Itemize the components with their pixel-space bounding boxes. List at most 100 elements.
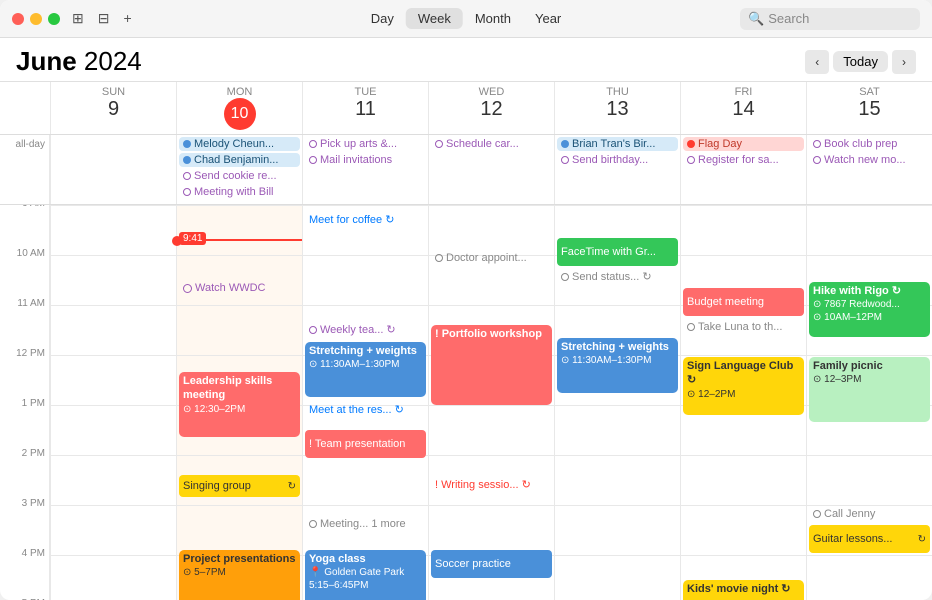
circle-icon (687, 323, 695, 331)
allday-sun (50, 135, 176, 204)
event-project-presentations[interactable]: Project presentations ⊙ 5–7PM (179, 550, 300, 600)
fullscreen-button[interactable] (48, 13, 60, 25)
event-send-status[interactable]: Send status... ↻ (557, 267, 678, 287)
tab-week[interactable]: Week (406, 8, 463, 29)
circle-icon (309, 140, 317, 148)
day-col-tue[interactable]: Meet for coffee ↻ Weekly tea... ↻ Stretc… (302, 205, 428, 600)
allday-event[interactable]: Book club prep (809, 137, 930, 151)
day-header-sat: Sat 15 (806, 82, 932, 134)
event-budget[interactable]: Budget meeting (683, 288, 804, 316)
event-yoga[interactable]: Yoga class 📍 Golden Gate Park 5:15–6:45P… (305, 550, 426, 600)
search-label: Search (768, 11, 809, 26)
day-col-mon[interactable]: 9:41 Watch WWDC Leadership skills meetin… (176, 205, 302, 600)
event-hike[interactable]: Hike with Rigo ↻ ⊙ 7867 Redwood... ⊙ 10A… (809, 282, 930, 337)
event-meet-res[interactable]: Meet at the res... ↻ (305, 400, 426, 420)
allday-sat: Book club prep Watch new mo... (806, 135, 932, 204)
day-col-wed[interactable]: Doctor appoint... ! Portfolio workshop !… (428, 205, 554, 600)
allday-event[interactable]: Pick up arts &... (305, 137, 426, 151)
tab-month[interactable]: Month (463, 8, 523, 29)
corner-cell (0, 82, 50, 134)
allday-event[interactable]: Mail invitations (305, 153, 426, 167)
tab-day[interactable]: Day (359, 8, 406, 29)
event-leadership[interactable]: Leadership skills meeting ⊙ 12:30–2PM (179, 372, 300, 437)
prev-button[interactable]: ‹ (805, 50, 829, 74)
inbox-icon[interactable]: ⊟ (98, 10, 110, 27)
event-stretching-thu[interactable]: Stretching + weights ⊙ 11:30AM–1:30PM (557, 338, 678, 393)
day-header-thu: Thu 13 (554, 82, 680, 134)
allday-wed: Schedule car... (428, 135, 554, 204)
circle-icon (309, 156, 317, 164)
circle-icon (309, 326, 317, 334)
event-weekly-tea[interactable]: Weekly tea... ↻ (305, 320, 426, 340)
event-meet-coffee[interactable]: Meet for coffee ↻ (305, 210, 426, 230)
allday-event[interactable]: Melody Cheun... (179, 137, 300, 151)
event-call-jenny[interactable]: Call Jenny (809, 504, 930, 524)
allday-event[interactable]: Meeting with Bill (179, 185, 300, 199)
day-col-sat[interactable]: Hike with Rigo ↻ ⊙ 7867 Redwood... ⊙ 10A… (806, 205, 932, 600)
event-meeting-more[interactable]: Meeting... 1 more (305, 515, 426, 533)
event-watch-wwdc[interactable]: Watch WWDC (179, 277, 300, 299)
time-grid: 9 AM 10 AM 11 AM 12 PM 1 PM 2 PM 3 PM 4 … (0, 205, 932, 600)
event-soccer[interactable]: Soccer practice (431, 550, 552, 578)
allday-event[interactable]: Flag Day (683, 137, 804, 151)
allday-event[interactable]: Send cookie re... (179, 169, 300, 183)
circle-icon (561, 273, 569, 281)
allday-event[interactable]: Chad Benjamin... (179, 153, 300, 167)
circle-icon (183, 284, 192, 293)
day-col-sun[interactable] (50, 205, 176, 600)
event-guitar[interactable]: Guitar lessons... ↻ (809, 525, 930, 553)
allday-thu: Brian Tran's Bir... Send birthday... (554, 135, 680, 204)
allday-tue: Pick up arts &... Mail invitations (302, 135, 428, 204)
event-portfolio[interactable]: ! Portfolio workshop (431, 325, 552, 405)
event-writing[interactable]: ! Writing sessio... ↻ (431, 475, 552, 495)
event-stretching-tue[interactable]: Stretching + weights ⊙ 11:30AM–1:30PM (305, 342, 426, 397)
event-facetime[interactable]: FaceTime with Gr... (557, 238, 678, 266)
nav-buttons: ‹ Today › (805, 50, 916, 74)
event-sign-language[interactable]: Sign Language Club ↻ ⊙ 12–2PM (683, 357, 804, 415)
event-singing[interactable]: Singing group ↻ (179, 475, 300, 497)
circle-icon (561, 156, 569, 164)
event-team-presentation[interactable]: ! Team presentation (305, 430, 426, 458)
circle-icon (183, 172, 191, 180)
allday-event[interactable]: Schedule car... (431, 137, 552, 151)
event-kids-movie[interactable]: Kids' movie night ↻ (683, 580, 804, 600)
today-button[interactable]: Today (833, 51, 888, 72)
event-luna[interactable]: Take Luna to th... (683, 317, 804, 337)
circle-icon (813, 140, 821, 148)
allday-row: all-day Melody Cheun... Chad Benjamin... (0, 135, 932, 205)
circle-icon (687, 156, 695, 164)
nav-tabs: Day Week Month Year (359, 8, 574, 29)
sidebar-icon[interactable]: ⊞ (72, 10, 84, 27)
traffic-lights (12, 13, 60, 25)
tab-year[interactable]: Year (523, 8, 573, 29)
allday-event[interactable]: Brian Tran's Bir... (557, 137, 678, 151)
add-icon[interactable]: + (123, 10, 131, 27)
day-header-fri: Fri 14 (680, 82, 806, 134)
dot-icon (561, 140, 569, 148)
search-icon: 🔍 (748, 11, 764, 27)
circle-icon (813, 510, 821, 518)
circle-icon (435, 140, 443, 148)
day-header-mon: Mon 10 (176, 82, 302, 134)
day-col-fri[interactable]: Budget meeting Take Luna to th... Sign L… (680, 205, 806, 600)
time-scroll[interactable]: 9 AM 10 AM 11 AM 12 PM 1 PM 2 PM 3 PM 4 … (0, 205, 932, 600)
calendar-grid: Sun 9 Mon 10 Tue 11 Wed 12 Thu 13 (0, 82, 932, 600)
calendar-header: June 2024 ‹ Today › (0, 38, 932, 82)
event-family-picnic[interactable]: Family picnic ⊙ 12–3PM (809, 357, 930, 422)
minimize-button[interactable] (30, 13, 42, 25)
circle-icon (435, 254, 443, 262)
main-content: June 2024 ‹ Today › Sun 9 Mon 10 (0, 38, 932, 600)
search-bar[interactable]: 🔍 Search (740, 8, 920, 30)
close-button[interactable] (12, 13, 24, 25)
event-doctor[interactable]: Doctor appoint... (431, 247, 552, 269)
allday-event[interactable]: Register for sa... (683, 153, 804, 167)
allday-fri: Flag Day Register for sa... (680, 135, 806, 204)
circle-icon (183, 188, 191, 196)
day-col-thu[interactable]: FaceTime with Gr... Send status... ↻ Str… (554, 205, 680, 600)
allday-event[interactable]: Watch new mo... (809, 153, 930, 167)
next-button[interactable]: › (892, 50, 916, 74)
current-time-line: 9:41 (177, 239, 302, 241)
allday-event[interactable]: Send birthday... (557, 153, 678, 167)
dot-icon (183, 140, 191, 148)
day-headers: Sun 9 Mon 10 Tue 11 Wed 12 Thu 13 (0, 82, 932, 135)
